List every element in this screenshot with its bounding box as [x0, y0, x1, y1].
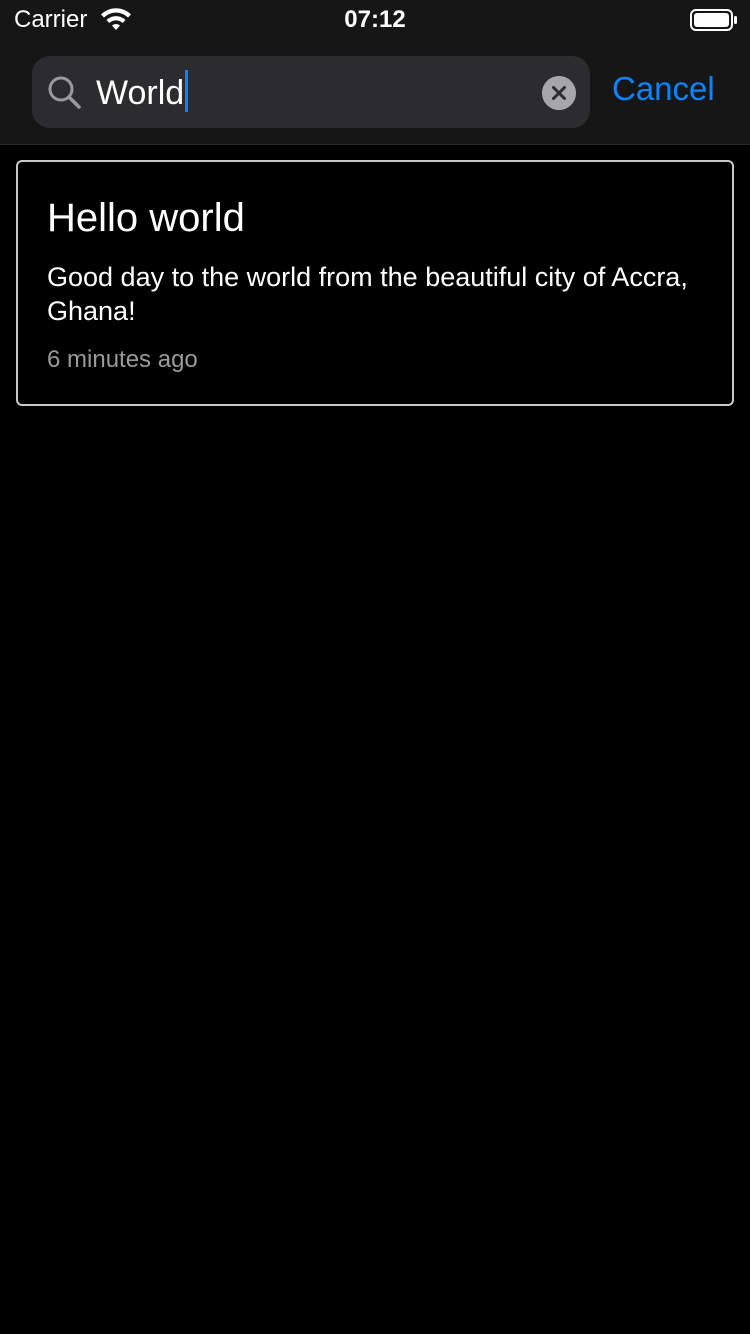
result-timestamp: 6 minutes ago — [47, 346, 198, 373]
search-icon — [48, 76, 81, 109]
status-bar: Carrier 07:12 — [0, 0, 750, 40]
text-cursor — [185, 70, 189, 112]
result-card[interactable]: Hello world Good day to the world from t… — [16, 160, 734, 406]
search-header: World Cancel — [0, 40, 750, 145]
battery-icon — [690, 9, 737, 31]
result-title: Hello world — [47, 196, 245, 240]
search-input[interactable]: World — [96, 70, 189, 115]
search-field[interactable]: World — [32, 56, 590, 128]
status-time: 07:12 — [344, 6, 406, 33]
result-body: Good day to the world from the beautiful… — [47, 262, 688, 326]
clear-search-button[interactable] — [542, 76, 576, 110]
search-query: World — [96, 74, 185, 112]
cancel-button[interactable]: Cancel — [612, 70, 715, 108]
